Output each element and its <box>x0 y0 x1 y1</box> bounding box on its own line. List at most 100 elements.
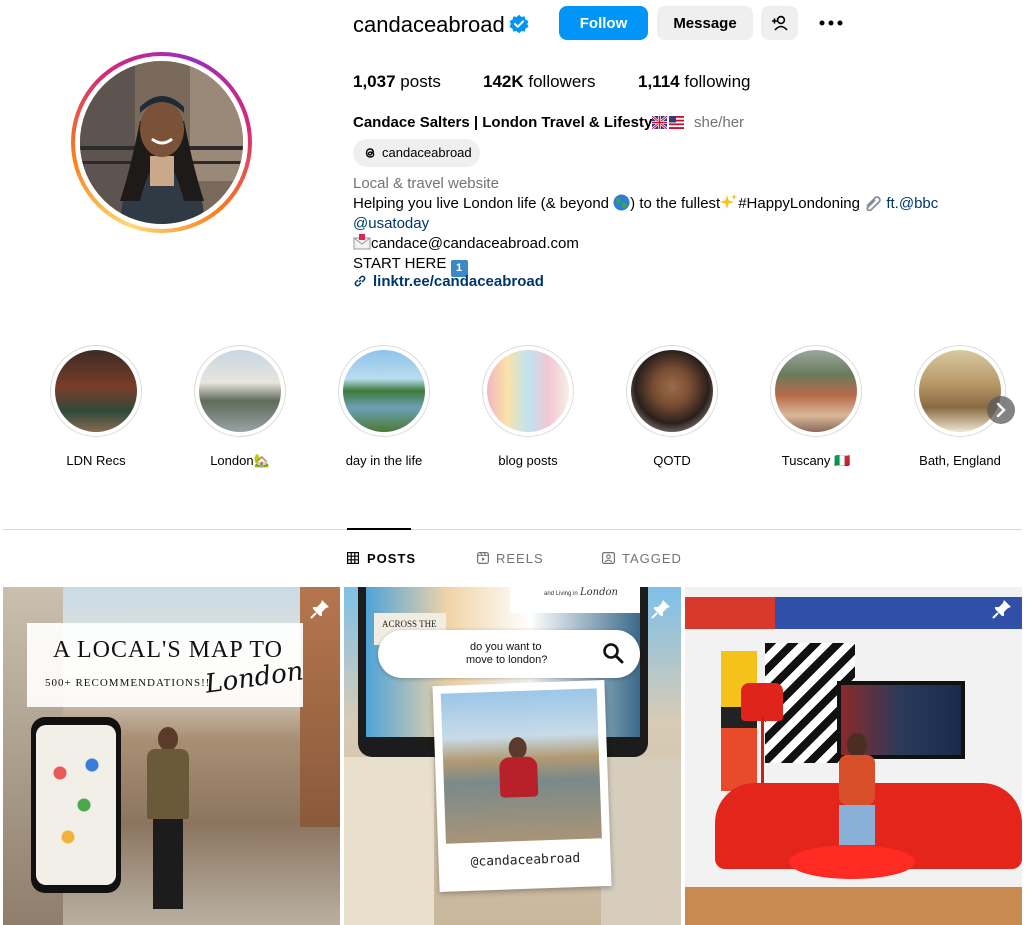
highlight-label: day in the life <box>345 453 423 468</box>
post-3-person-legs <box>839 805 875 845</box>
profile-username: candaceabroad <box>353 12 505 37</box>
tab-reels-label: REELS <box>496 551 544 566</box>
highlight-ring <box>626 345 718 437</box>
active-tab-indicator <box>347 528 411 530</box>
message-button[interactable]: Message <box>657 6 753 40</box>
highlights-next-button[interactable] <box>987 396 1015 424</box>
followers-count[interactable]: 142K followers <box>483 72 595 92</box>
post-2-sign-text: ACROSS THE <box>382 619 437 629</box>
profile-full-name: Candace Salters | London Travel & Lifest… <box>353 114 665 131</box>
highlight-cover-tuscany <box>775 350 857 432</box>
highlight-ring <box>482 345 574 437</box>
post-2-card-top: and Living in <box>544 591 578 597</box>
following-count-label: following <box>684 72 751 91</box>
verified-badge-icon <box>509 14 529 34</box>
threads-badge[interactable]: candaceabroad <box>353 139 480 167</box>
threads-icon <box>365 148 375 158</box>
uk-us-flags-icon <box>651 115 684 130</box>
profile-link-text[interactable]: linktr.ee/candaceabroad <box>373 273 544 290</box>
posts-count-value: 1,037 <box>353 72 396 91</box>
post-1-person-jacket <box>147 749 189 819</box>
post-2-search-text-1: do you want to <box>470 641 542 653</box>
bio-start-here: START HERE <box>353 255 447 272</box>
profile-bio: Helping you live London life (& beyond )… <box>353 194 993 277</box>
profile-pronouns: she/her <box>694 114 745 131</box>
post-3-person-head <box>847 733 867 757</box>
post-2-building-left <box>344 757 434 925</box>
envelope-emoji-icon <box>353 234 371 250</box>
bio-email: candace@candaceabroad.com <box>371 235 579 252</box>
profile-category: Local & travel website <box>353 175 499 192</box>
chevron-right-icon <box>996 402 1006 418</box>
tab-posts[interactable]: POSTS <box>347 551 416 567</box>
post-3-lamp-shade <box>741 683 783 721</box>
post-tile[interactable]: A LOCAL'S MAP TO 500+ RECOMMENDATIONS!! … <box>3 587 340 925</box>
post-tile[interactable] <box>685 587 1022 925</box>
pinned-icon <box>310 599 330 619</box>
tab-reels[interactable]: REELS <box>477 551 544 567</box>
link-icon <box>354 275 366 287</box>
highlight-london[interactable]: London🏡 <box>194 345 286 469</box>
post-1-person-legs <box>153 819 183 909</box>
highlight-day-in-the-life[interactable]: day in the life <box>338 345 430 468</box>
post-3-floor <box>685 887 1022 925</box>
follow-button[interactable]: Follow <box>559 6 648 40</box>
search-icon <box>603 643 624 664</box>
highlight-label: LDN Recs <box>66 453 126 468</box>
post-2-card-script: London <box>580 587 618 598</box>
post-2-search-text-2: move to london? <box>466 654 548 666</box>
highlight-cover-qotd <box>631 350 713 432</box>
highlight-qotd[interactable]: QOTD <box>626 345 718 468</box>
threads-handle: candaceabroad <box>382 145 472 160</box>
suggest-accounts-button[interactable] <box>761 6 798 40</box>
sparkles-emoji-icon <box>720 194 738 209</box>
bio-mention-bbc[interactable]: ft.@bbc <box>886 195 938 212</box>
tab-posts-label: POSTS <box>367 551 417 566</box>
following-count[interactable]: 1,114 following <box>638 72 751 92</box>
post-1-phone <box>31 717 121 893</box>
highlight-cover-day-in-the-life <box>343 350 425 432</box>
post-2-search-pill: do you want to move to london? <box>378 630 640 678</box>
bio-line-1: Helping you live London life (& beyond )… <box>353 194 993 214</box>
more-options-icon[interactable] <box>818 12 844 34</box>
followers-count-label: followers <box>528 72 596 91</box>
profile-avatar <box>80 61 243 224</box>
highlight-label: Bath, England <box>919 453 1001 468</box>
post-2-person-top <box>499 756 539 798</box>
highlight-ring <box>770 345 862 437</box>
pinned-icon <box>992 599 1012 619</box>
tab-tagged[interactable]: TAGGED <box>602 551 682 567</box>
highlight-label: QOTD <box>653 453 691 468</box>
highlight-cover-london <box>199 350 281 432</box>
highlight-ldn-recs[interactable]: LDN Recs <box>50 345 142 468</box>
pinned-icon <box>651 599 671 619</box>
bio-line-1-text-a: Helping you live London life (& beyond <box>353 195 614 212</box>
posts-count: 1,037 posts <box>353 72 441 92</box>
highlight-blog-posts[interactable]: blog posts <box>482 345 574 468</box>
tagged-icon <box>602 552 616 565</box>
bio-line-1-hashtag[interactable]: #HappyLondoning <box>738 195 864 212</box>
highlight-ring <box>338 345 430 437</box>
globe-emoji-icon <box>613 194 630 211</box>
highlight-cover-blog-posts <box>487 350 569 432</box>
post-3-person-top <box>839 755 875 805</box>
post-tile[interactable]: and Living in London ACROSS THE do you w… <box>344 587 681 925</box>
tab-tagged-label: TAGGED <box>622 551 682 566</box>
bio-mention-usatoday[interactable]: @usatoday <box>353 214 993 234</box>
post-2-building-right <box>601 757 681 925</box>
profile-link[interactable]: linktr.ee/candaceabroad <box>353 272 544 292</box>
post-3-yellow-panel <box>721 651 757 791</box>
add-user-icon <box>772 15 788 31</box>
post-1-right-building <box>300 587 340 827</box>
post-2-polaroid-person <box>494 736 543 828</box>
post-1-title-card: A LOCAL'S MAP TO 500+ RECOMMENDATIONS!! … <box>27 623 305 707</box>
reels-icon <box>477 552 490 565</box>
highlight-tuscany[interactable]: Tuscany 🇮🇹 <box>770 345 862 469</box>
post-3-person <box>833 733 881 883</box>
following-count-value: 1,114 <box>638 72 680 91</box>
profile-avatar-story-ring[interactable] <box>71 52 252 233</box>
post-2-polaroid: @candaceabroad <box>432 680 612 892</box>
highlight-ring <box>50 345 142 437</box>
bio-line-1-text-b: ) to the fullest <box>630 195 721 212</box>
post-2-handle: @candaceabroad <box>470 851 581 870</box>
